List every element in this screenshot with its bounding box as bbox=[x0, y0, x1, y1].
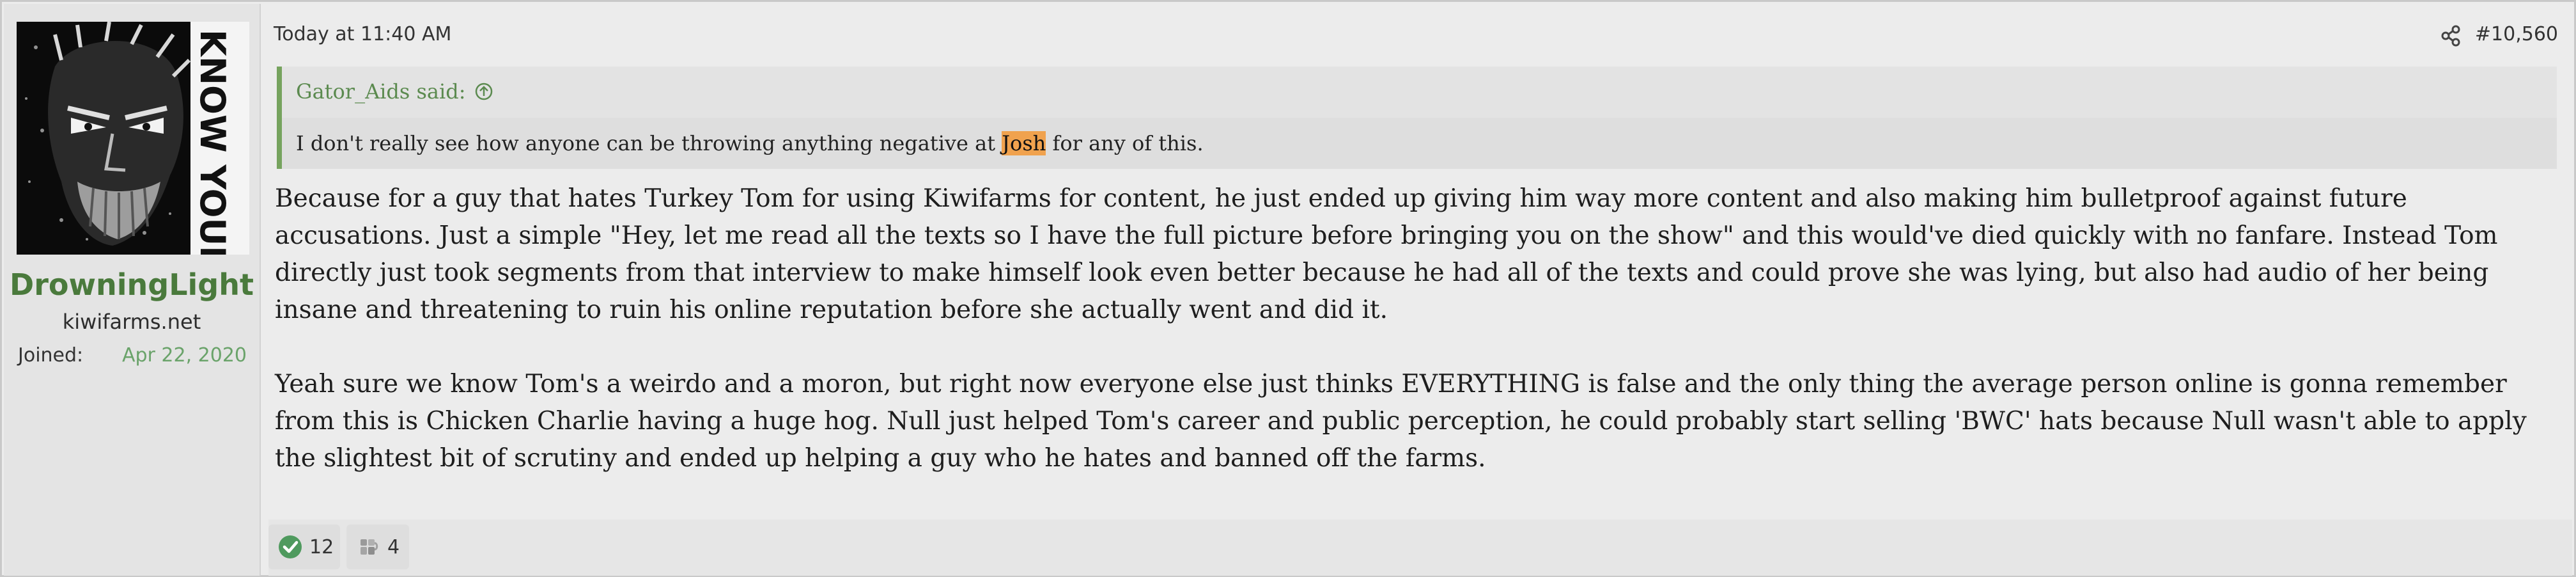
search-highlight: Josh bbox=[1002, 131, 1046, 155]
avatar-image: KNOW YOUR PLACE. bbox=[17, 22, 249, 255]
reaction-autism[interactable]: 4 bbox=[346, 525, 409, 569]
autism-icon bbox=[355, 534, 381, 560]
quote-text-after: for any of this. bbox=[1046, 131, 1204, 155]
user-info-panel: KNOW YOUR PLACE. DrowningLight kiwifarms… bbox=[4, 4, 261, 576]
quote-block: Gator_Aids said: I don't really see how … bbox=[277, 67, 2557, 169]
post-paragraph: Yeah sure we know Tom's a weirdo and a m… bbox=[275, 370, 2527, 473]
post-paragraph: Because for a guy that hates Turkey Tom … bbox=[275, 184, 2498, 324]
quote-text: I don't really see how anyone can be thr… bbox=[282, 118, 2557, 169]
avatar[interactable]: KNOW YOUR PLACE. bbox=[17, 22, 249, 255]
reaction-count: 12 bbox=[309, 535, 334, 558]
avatar-banner-text: KNOW YOUR PLACE. bbox=[192, 29, 233, 255]
reactions-bar: 12 4 bbox=[268, 519, 2572, 576]
post-body: Because for a guy that hates Turkey Tom … bbox=[275, 180, 2557, 477]
share-icon[interactable] bbox=[2438, 23, 2463, 49]
reaction-check[interactable]: 12 bbox=[268, 525, 340, 569]
forum-post: KNOW YOUR PLACE. DrowningLight kiwifarms… bbox=[0, 0, 2576, 577]
joined-date: Apr 22, 2020 bbox=[121, 344, 247, 367]
post-timestamp[interactable]: Today at 11:40 AM bbox=[274, 23, 451, 45]
check-icon bbox=[277, 534, 303, 560]
joined-label: Joined: bbox=[18, 344, 84, 367]
username[interactable]: DrowningLight bbox=[4, 267, 260, 302]
post-number-link[interactable]: #10,560 bbox=[2475, 23, 2558, 45]
post-main: Today at 11:40 AM #10,560 Gator_Aids sai… bbox=[261, 4, 2572, 576]
user-title: kiwifarms.net bbox=[62, 310, 201, 334]
quote-author[interactable]: Gator_Aids said: bbox=[296, 79, 493, 104]
quote-author-text: Gator_Aids said: bbox=[296, 79, 466, 104]
arrow-up-circle-icon[interactable] bbox=[474, 82, 493, 101]
quote-text-before: I don't really see how anyone can be thr… bbox=[296, 131, 1002, 155]
reaction-count: 4 bbox=[387, 535, 400, 558]
